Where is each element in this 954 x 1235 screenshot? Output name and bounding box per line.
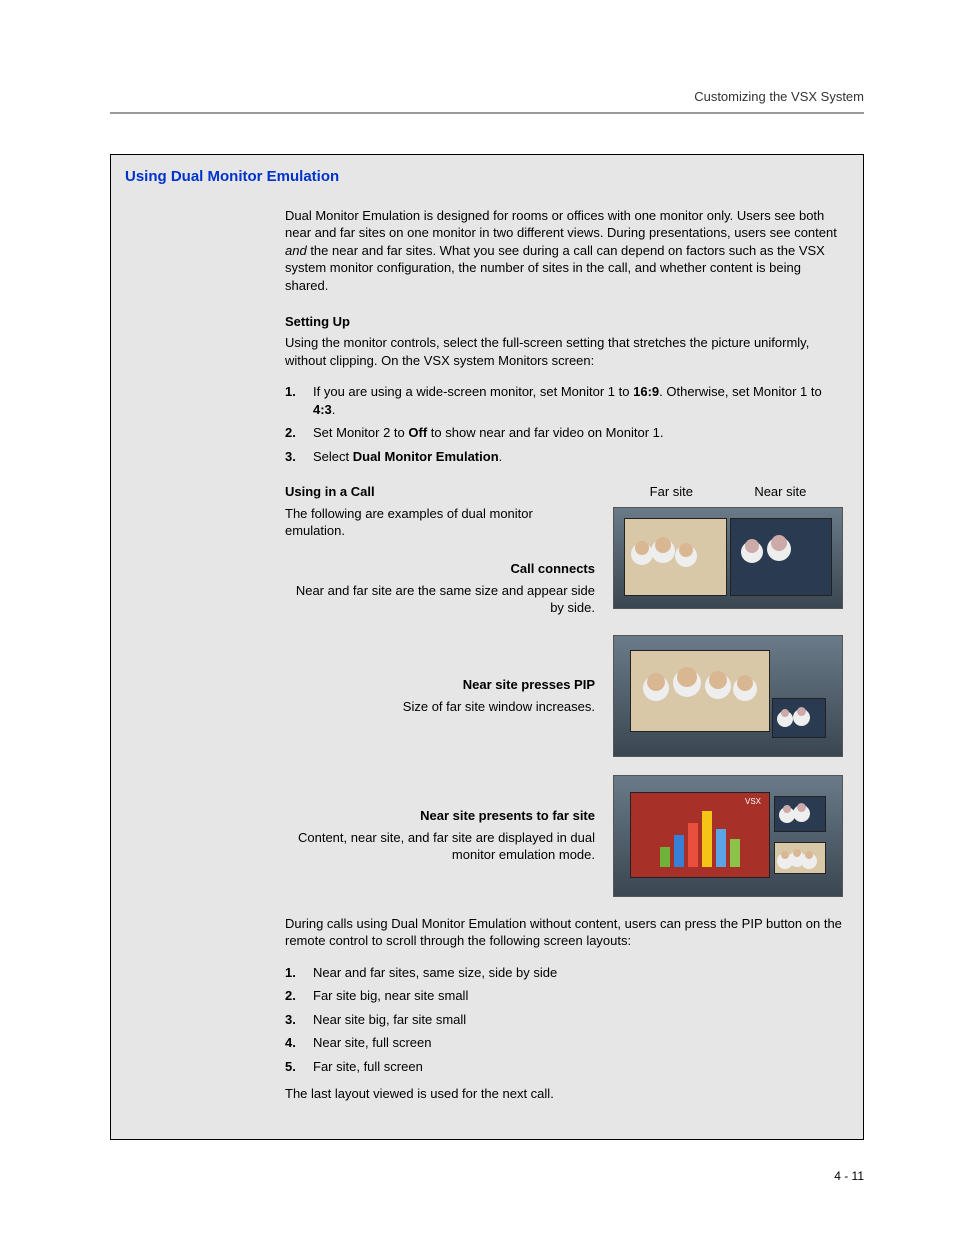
layout-item: 1. Near and far sites, same size, side by…	[285, 964, 843, 982]
monitor-frame	[613, 635, 843, 757]
far-site-panel	[624, 518, 727, 596]
intro-pre: Dual Monitor Emulation is designed for r…	[285, 208, 837, 241]
layout-item: 3. Near site big, far site small	[285, 1011, 843, 1029]
layouts-trail: The last layout viewed is used for the n…	[285, 1085, 843, 1103]
layout-text: Far site, full screen	[313, 1059, 423, 1074]
content-panel: VSX	[630, 792, 770, 878]
monitor-frame: VSX	[613, 775, 843, 897]
example-row-3: Near site presents to far site Content, …	[285, 775, 843, 897]
vsx-label: VSX	[745, 797, 761, 808]
far-site-small	[774, 842, 826, 874]
intro-italic: and	[285, 243, 307, 258]
layout-text: Near and far sites, same size, side by s…	[313, 965, 557, 980]
step-number: 2.	[285, 424, 296, 442]
step-number: 1.	[285, 383, 296, 401]
ex3-text: Near site presents to far site Content, …	[285, 807, 595, 864]
monitor-frame	[613, 507, 843, 609]
screen-presentation: VSX	[624, 786, 832, 884]
section-title: Using Dual Monitor Emulation	[125, 167, 849, 187]
setup-heading: Setting Up	[285, 313, 843, 331]
layouts-list: 1. Near and far sites, same size, side by…	[285, 964, 843, 1076]
near-site-small	[774, 796, 826, 832]
near-site-label: Near site	[754, 483, 806, 501]
using-call-lead: The following are examples of dual monit…	[285, 505, 595, 540]
step-text-pre: Set Monitor 2 to	[313, 425, 408, 440]
ex3-desc: Content, near site, and far site are dis…	[298, 830, 595, 863]
content-frame: Using Dual Monitor Emulation Dual Monito…	[110, 154, 864, 1140]
far-site-label: Far site	[650, 483, 693, 501]
near-site-panel	[730, 518, 833, 596]
figure-pip	[613, 635, 843, 757]
layout-text: Near site big, far site small	[313, 1012, 466, 1027]
site-labels: Far site Near site	[613, 483, 843, 505]
step-bold: Dual Monitor Emulation	[353, 449, 499, 464]
step-text-mid: .	[499, 449, 503, 464]
step-bold: Off	[408, 425, 427, 440]
step-number: 4.	[285, 1034, 296, 1052]
setup-lead: Using the monitor controls, select the f…	[285, 334, 843, 369]
far-site-big	[630, 650, 770, 732]
figure-call-connects: Far site Near site	[613, 483, 843, 609]
setup-step: 1. If you are using a wide-screen monito…	[285, 383, 843, 418]
layouts-lead: During calls using Dual Monitor Emulatio…	[285, 915, 843, 950]
layout-item: 2. Far site big, near site small	[285, 987, 843, 1005]
body-column: Dual Monitor Emulation is designed for r…	[285, 207, 843, 1103]
example-row-2: Near site presses PIP Size of far site w…	[285, 635, 843, 757]
step-bold: 16:9	[633, 384, 659, 399]
setup-steps: 1. If you are using a wide-screen monito…	[285, 383, 843, 465]
step-number: 3.	[285, 448, 296, 466]
screen-big-small	[624, 646, 832, 744]
ex2-title: Near site presses PIP	[285, 676, 595, 694]
step-text-post: .	[332, 402, 336, 417]
step-number: 5.	[285, 1058, 296, 1076]
setup-step: 2. Set Monitor 2 to Off to show near and…	[285, 424, 843, 442]
setup-step: 3. Select Dual Monitor Emulation.	[285, 448, 843, 466]
example-row-1: Using in a Call The following are exampl…	[285, 483, 843, 616]
ex1-title: Call connects	[285, 560, 595, 578]
running-head: Customizing the VSX System	[110, 88, 864, 106]
step-number: 3.	[285, 1011, 296, 1029]
step-text-mid: to show near and far video on Monitor 1.	[427, 425, 663, 440]
screen-side-by-side	[624, 518, 832, 596]
layout-text: Far site big, near site small	[313, 988, 468, 1003]
step-text-mid: . Otherwise, set Monitor 1 to	[659, 384, 822, 399]
using-call-text: Using in a Call The following are exampl…	[285, 483, 595, 616]
ex2-text: Near site presses PIP Size of far site w…	[285, 676, 595, 715]
figure-presentation: VSX	[613, 775, 843, 897]
using-call-heading: Using in a Call	[285, 483, 595, 501]
step-text-pre: Select	[313, 449, 353, 464]
ex2-desc: Size of far site window increases.	[403, 699, 595, 714]
intro-post: the near and far sites. What you see dur…	[285, 243, 825, 293]
layout-item: 4. Near site, full screen	[285, 1034, 843, 1052]
intro-paragraph: Dual Monitor Emulation is designed for r…	[285, 207, 843, 295]
step-number: 2.	[285, 987, 296, 1005]
step-text-pre: If you are using a wide-screen monitor, …	[313, 384, 633, 399]
step-number: 1.	[285, 964, 296, 982]
ex1-desc: Near and far site are the same size and …	[296, 583, 595, 616]
layout-item: 5. Far site, full screen	[285, 1058, 843, 1076]
step-bold2: 4:3	[313, 402, 332, 417]
page-number: 4 - 11	[110, 1168, 864, 1184]
near-site-small	[772, 698, 826, 738]
header-rule	[110, 112, 864, 114]
ex3-title: Near site presents to far site	[285, 807, 595, 825]
layout-text: Near site, full screen	[313, 1035, 432, 1050]
